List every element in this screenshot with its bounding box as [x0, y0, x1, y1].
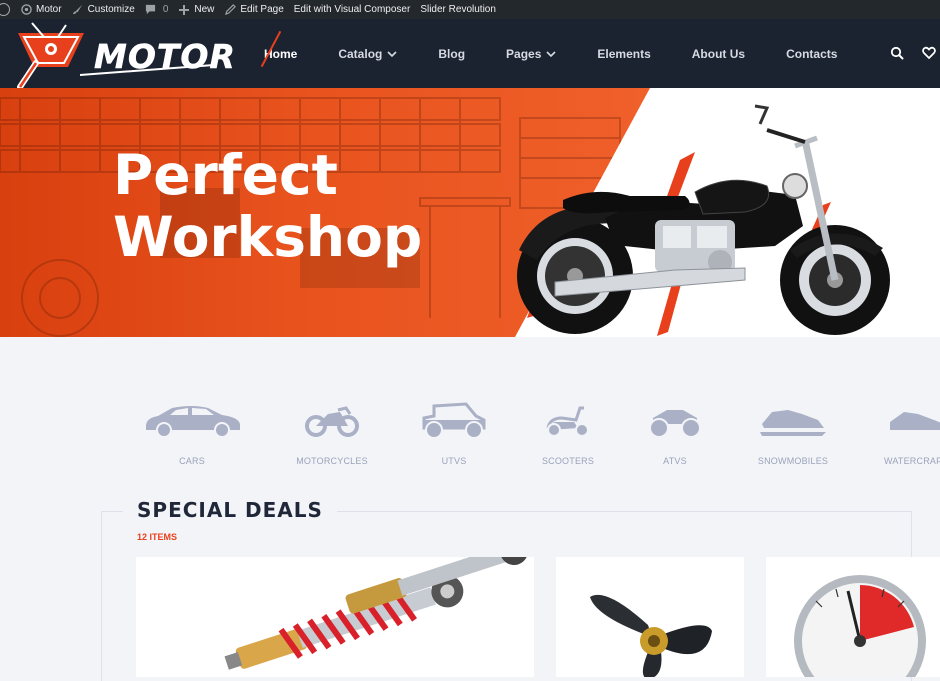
product-card[interactable] — [136, 557, 534, 677]
scooter-icon — [546, 406, 589, 437]
category-cars[interactable]: CARS — [140, 400, 244, 466]
admin-slider-revolution-link[interactable]: Slider Revolution — [420, 4, 496, 15]
product-card[interactable] — [766, 557, 940, 677]
items-count: 12 ITEMS — [137, 532, 178, 542]
heart-icon[interactable] — [922, 46, 936, 60]
nav-pages[interactable]: Pages — [506, 47, 556, 61]
nav-catalog[interactable]: Catalog — [338, 47, 397, 61]
snowmobile-icon — [760, 410, 826, 436]
section-title: SPECIAL DEALS — [123, 498, 337, 522]
home-icon — [20, 4, 32, 16]
chevron-down-icon — [546, 50, 556, 57]
hero-title: Perfect Workshop — [113, 144, 422, 268]
hero-slider: Perfect Workshop — [0, 88, 940, 337]
propeller-image — [590, 594, 712, 677]
category-scooters[interactable]: SCOOTERS — [542, 400, 594, 466]
admin-customize-link[interactable]: Customize — [72, 4, 135, 16]
gauge-image — [794, 575, 926, 677]
logo-text: MOTOR — [94, 37, 236, 77]
nav-about-us[interactable]: About Us — [692, 47, 745, 61]
nav-blog[interactable]: Blog — [438, 47, 465, 61]
main-nav: Home Catalog Blog Pages Elements About U… — [260, 19, 878, 88]
brush-icon — [72, 4, 84, 16]
chevron-down-icon — [387, 50, 397, 57]
site-logo[interactable]: MOTOR — [14, 19, 235, 90]
motorcycle-icon — [305, 406, 359, 437]
admin-new-link[interactable]: New — [178, 4, 214, 16]
hero-title-line2: Workshop — [113, 205, 423, 269]
admin-visual-composer-link[interactable]: Edit with Visual Composer — [294, 4, 411, 15]
comment-icon — [145, 4, 157, 16]
category-atvs[interactable]: ATVS — [647, 400, 703, 466]
category-label: MOTORCYCLES — [296, 456, 368, 466]
shock-absorber-image — [224, 557, 529, 670]
atv-icon — [649, 410, 701, 438]
category-label: ATVS — [663, 456, 687, 466]
hero-title-line1: Perfect — [113, 143, 338, 207]
nav-contacts[interactable]: Contacts — [786, 47, 837, 61]
plus-icon — [178, 4, 190, 16]
search-icon[interactable] — [890, 46, 904, 60]
admin-comments-link[interactable]: 0 — [145, 4, 169, 16]
watercraft-icon — [890, 412, 940, 430]
pencil-icon — [224, 4, 236, 16]
category-utvs[interactable]: UTVS — [420, 400, 488, 466]
comment-count: 0 — [162, 4, 169, 15]
category-snowmobiles[interactable]: SNOWMOBILES — [758, 400, 828, 466]
nav-home[interactable]: Home — [260, 30, 297, 67]
utv-icon — [422, 402, 486, 439]
admin-site-link[interactable]: Motor — [20, 4, 62, 16]
nav-elements[interactable]: Elements — [597, 47, 650, 61]
category-label: CARS — [179, 456, 205, 466]
category-motorcycles[interactable]: MOTORCYCLES — [296, 400, 368, 466]
motorcycle-image — [517, 104, 890, 336]
wp-admin-bar: Motor Customize 0 New Edit Page Edit wit… — [0, 0, 940, 19]
category-label: WATERCRAFT — [884, 456, 940, 466]
site-header: MOTOR Home Catalog Blog Pages Elements A… — [0, 19, 940, 90]
product-card[interactable] — [556, 557, 744, 677]
category-label: SCOOTERS — [541, 456, 595, 466]
category-label: UTVS — [441, 456, 467, 466]
admin-edit-page-link[interactable]: Edit Page — [224, 4, 284, 16]
car-icon — [146, 406, 240, 438]
wordpress-icon[interactable] — [0, 3, 10, 16]
category-watercraft[interactable]: WATERCRAFT — [884, 400, 940, 466]
vehicle-categories: CARS MOTORCYCLES UTVS SCOOTERS ATVS SNOW… — [0, 400, 940, 470]
category-label: SNOWMOBILES — [757, 456, 829, 466]
